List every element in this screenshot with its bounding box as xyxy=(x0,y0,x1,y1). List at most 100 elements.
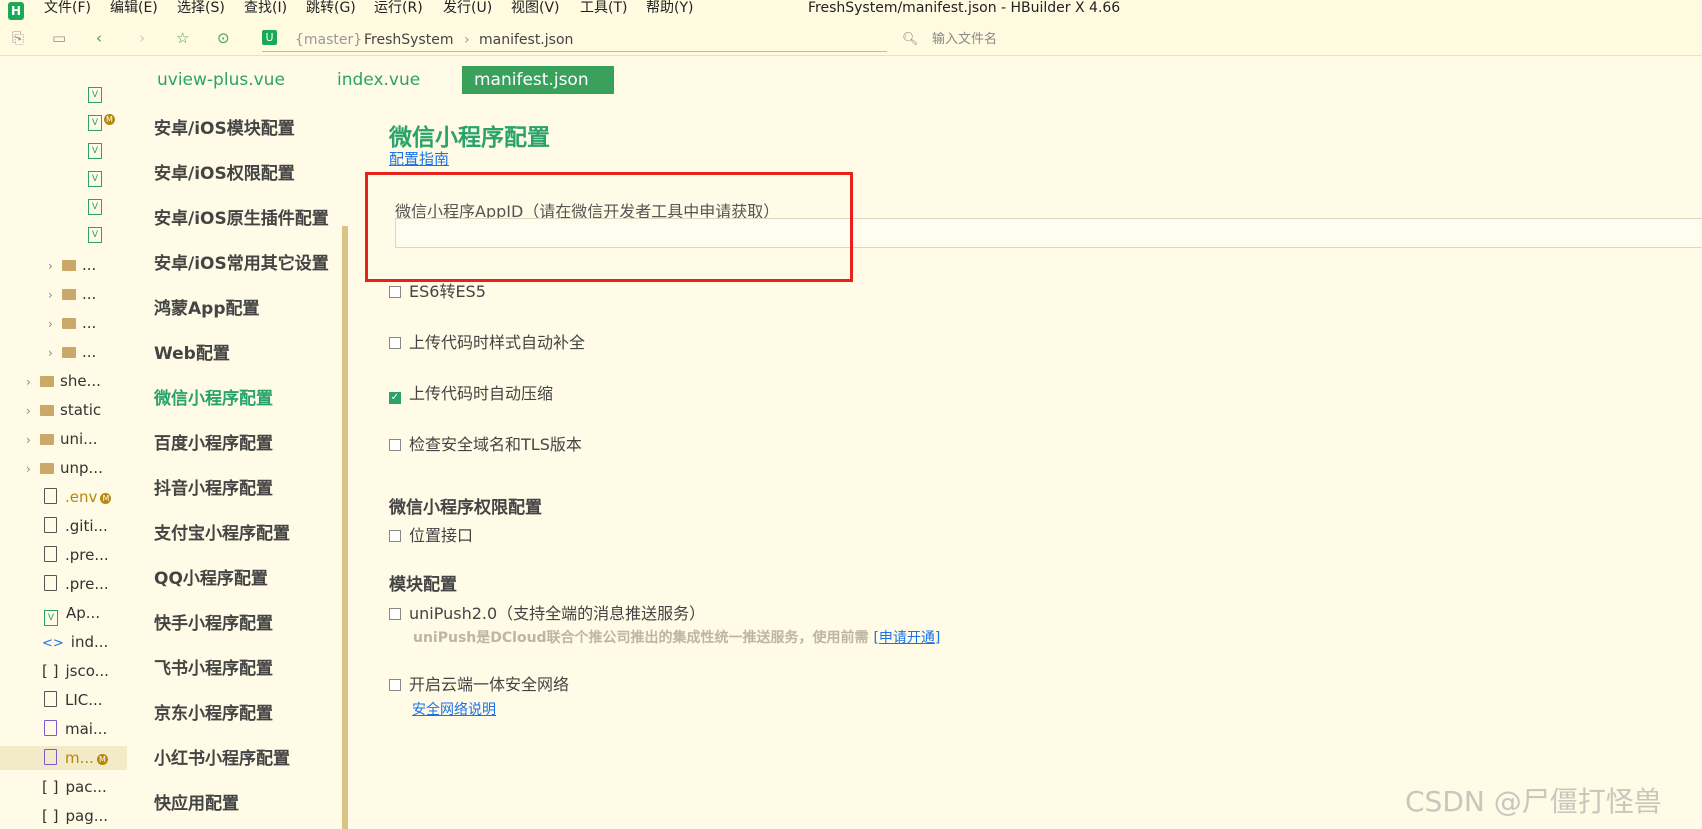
tree-file[interactable]: .env M xyxy=(44,485,112,509)
nav-item-wechat-mp[interactable]: 微信小程序配置 xyxy=(154,387,273,411)
nav-item-feishu-mp[interactable]: 飞书小程序配置 xyxy=(154,657,273,681)
option-es6-to-es5[interactable]: ES6转ES5 xyxy=(389,282,486,302)
tree-file[interactable]: [ ] pac... xyxy=(42,775,107,799)
nav-item-kuaishou-mp[interactable]: 快手小程序配置 xyxy=(154,612,273,636)
nav-item-douyin-mp[interactable]: 抖音小程序配置 xyxy=(154,477,273,501)
checkbox-icon[interactable] xyxy=(389,439,401,451)
menu-tools[interactable]: 工具(T) xyxy=(580,0,627,16)
tab-index[interactable]: index.vue xyxy=(325,66,432,94)
menu-publish[interactable]: 发行(U) xyxy=(443,0,492,16)
nav-item-baidu-mp[interactable]: 百度小程序配置 xyxy=(154,432,273,456)
folder-icon xyxy=(62,318,76,329)
tree-vue-file[interactable]: V xyxy=(88,190,108,215)
manifest-file-icon xyxy=(44,749,57,765)
checkbox-checked-icon[interactable]: ✓ xyxy=(389,392,401,404)
option-auto-minify[interactable]: ✓ 上传代码时自动压缩 xyxy=(389,384,553,404)
tree-file[interactable]: .giti... xyxy=(44,514,108,538)
tab-uview-plus[interactable]: uview-plus.vue xyxy=(145,66,297,94)
vcs-icon: U xyxy=(262,30,277,45)
highlight-box xyxy=(365,172,853,282)
tree-file[interactable]: <> ind... xyxy=(42,630,108,654)
tree-file[interactable]: .pre... xyxy=(44,543,109,567)
nav-item-android-ios-native-plugins[interactable]: 安卓/iOS原生插件配置 xyxy=(154,207,329,231)
json-file-icon: [ ] xyxy=(42,778,59,796)
menu-help[interactable]: 帮助(Y) xyxy=(646,0,693,16)
tree-folder[interactable]: › static xyxy=(26,398,101,422)
breadcrumb-chevron-icon: › xyxy=(464,32,470,48)
tree-file[interactable]: .pre... xyxy=(44,572,109,596)
modules-heading: 模块配置 xyxy=(389,575,457,595)
checkbox-icon[interactable] xyxy=(389,530,401,542)
nav-item-web[interactable]: Web配置 xyxy=(154,342,230,366)
tree-folder[interactable]: › she... xyxy=(26,369,101,393)
star-icon[interactable]: ☆ xyxy=(176,29,189,47)
file-search-input[interactable]: 输入文件名 xyxy=(932,31,997,49)
hbuilder-logo-icon: H xyxy=(8,2,24,20)
tree-vue-file[interactable]: V xyxy=(88,218,108,243)
menu-edit[interactable]: 编辑(E) xyxy=(110,0,158,16)
breadcrumb-file[interactable]: manifest.json xyxy=(479,31,573,49)
tree-file[interactable]: mai... xyxy=(44,717,107,741)
tree-vue-file[interactable]: V xyxy=(88,134,108,159)
secure-network-link[interactable]: 安全网络说明 xyxy=(412,699,496,719)
run-icon[interactable]: ⊙ xyxy=(217,29,230,47)
tree-file[interactable]: [ ] pag... xyxy=(42,804,108,828)
checkbox-icon[interactable] xyxy=(389,337,401,349)
menu-select[interactable]: 选择(S) xyxy=(177,0,225,16)
menu-file[interactable]: 文件(F) xyxy=(44,0,91,16)
chevron-right-icon: › xyxy=(26,462,31,476)
tree-file[interactable]: V Ap... xyxy=(44,601,100,626)
tree-file-selected[interactable]: m... M xyxy=(0,746,127,770)
checkbox-icon[interactable] xyxy=(389,286,401,298)
new-file-icon[interactable]: ⎘ xyxy=(12,29,24,47)
nav-item-alipay-mp[interactable]: 支付宝小程序配置 xyxy=(154,522,290,546)
nav-item-harmony[interactable]: 鸿蒙App配置 xyxy=(154,297,260,321)
option-style-autocomplete[interactable]: 上传代码时样式自动补全 xyxy=(389,333,585,353)
nav-item-android-ios-permissions[interactable]: 安卓/iOS权限配置 xyxy=(154,162,295,186)
tree-vue-file[interactable]: V xyxy=(88,78,108,103)
forward-icon[interactable]: › xyxy=(139,29,145,47)
option-secure-network[interactable]: 开启云端一体安全网络 xyxy=(389,675,569,695)
nav-item-qq-mp[interactable]: QQ小程序配置 xyxy=(154,567,268,591)
nav-item-xiaohongshu-mp[interactable]: 小红书小程序配置 xyxy=(154,747,290,771)
save-icon[interactable]: ▭ xyxy=(52,29,66,47)
vue-file-icon: V xyxy=(88,199,102,215)
tree-folder[interactable]: › unp... xyxy=(26,456,103,480)
nav-item-jd-mp[interactable]: 京东小程序配置 xyxy=(154,702,273,726)
file-icon xyxy=(44,517,57,533)
option-check-domain-tls[interactable]: 检查安全域名和TLS版本 xyxy=(389,435,582,455)
tree-vue-file[interactable]: VM xyxy=(88,106,115,131)
apply-link[interactable]: [申请开通] xyxy=(873,630,940,646)
menu-view[interactable]: 视图(V) xyxy=(511,0,560,16)
tree-folder[interactable]: › uni... xyxy=(26,427,98,451)
nav-scrollbar[interactable] xyxy=(342,226,348,829)
tab-manifest[interactable]: manifest.json xyxy=(462,66,614,94)
tree-vue-file[interactable]: V xyxy=(88,162,108,187)
checkbox-icon[interactable] xyxy=(389,608,401,620)
menu-run[interactable]: 运行(R) xyxy=(374,0,423,16)
menu-goto[interactable]: 跳转(G) xyxy=(306,0,356,16)
tree-subfolder[interactable]: ›... xyxy=(48,340,96,364)
option-location-api[interactable]: 位置接口 xyxy=(389,526,473,546)
nav-item-android-ios-modules[interactable]: 安卓/iOS模块配置 xyxy=(154,117,295,141)
git-branch[interactable]: {master} xyxy=(295,31,362,49)
checkbox-icon[interactable] xyxy=(389,679,401,691)
tree-file[interactable]: LIC... xyxy=(44,688,103,712)
breadcrumb-project[interactable]: FreshSystem xyxy=(364,31,453,49)
back-icon[interactable]: ‹ xyxy=(96,29,102,47)
chevron-right-icon: › xyxy=(26,375,31,389)
tree-subfolder[interactable]: ›... xyxy=(48,311,96,335)
nav-item-android-ios-other[interactable]: 安卓/iOS常用其它设置 xyxy=(154,252,329,276)
chevron-right-icon: › xyxy=(48,259,53,273)
vue-file-icon: V xyxy=(88,143,102,159)
config-guide-link[interactable]: 配置指南 xyxy=(389,148,449,169)
nav-item-quickapp[interactable]: 快应用配置 xyxy=(154,792,239,816)
tree-file[interactable]: [ ] jsco... xyxy=(42,659,109,683)
tree-subfolder[interactable]: ›... xyxy=(48,282,96,306)
option-unipush[interactable]: uniPush2.0（支持全端的消息推送服务） xyxy=(389,604,705,624)
menu-find[interactable]: 查找(I) xyxy=(244,0,287,16)
vue-file-icon: V xyxy=(88,87,102,103)
chevron-right-icon: › xyxy=(48,288,53,302)
tree-subfolder[interactable]: ›... xyxy=(48,253,96,277)
html-file-icon: <> xyxy=(42,636,64,651)
